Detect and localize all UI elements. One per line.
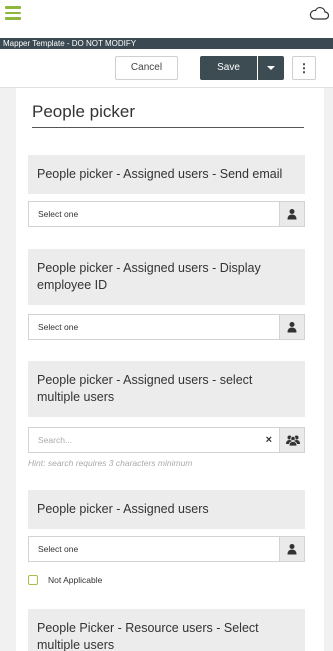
search-placeholder: Search... [38, 435, 73, 445]
person-lookup-button[interactable] [279, 315, 304, 339]
field-label: People Picker - Resource users - Select … [28, 609, 305, 651]
people-icon [286, 435, 300, 446]
person-icon [287, 209, 297, 220]
select-value: Select one [38, 209, 79, 219]
cancel-button[interactable]: Cancel [115, 56, 178, 80]
field-label: People picker - Assigned users [28, 490, 305, 529]
person-icon [287, 322, 297, 333]
not-applicable-checkbox[interactable] [28, 575, 38, 585]
select-value: Select one [38, 322, 79, 332]
field-label: People picker - Assigned users - select … [28, 361, 305, 417]
section-title: People picker [32, 102, 304, 128]
form-card: People picker People picker - Assigned u… [16, 88, 324, 651]
hamburger-icon[interactable] [5, 6, 21, 20]
people-search-input[interactable]: Search... × [28, 427, 305, 453]
top-bar [0, 0, 333, 38]
action-toolbar: Cancel Save ⋮ [0, 49, 333, 88]
select-value: Select one [38, 544, 79, 554]
person-lookup-button[interactable] [279, 537, 304, 561]
cloud-icon[interactable] [309, 5, 329, 21]
person-lookup-button[interactable] [279, 202, 304, 226]
more-options-button[interactable]: ⋮ [292, 56, 316, 80]
clear-icon[interactable]: × [266, 428, 272, 452]
not-applicable-label[interactable]: Not Applicable [48, 574, 102, 587]
people-picker-select[interactable]: Select one [28, 201, 305, 227]
field-label: People picker - Assigned users - Display… [28, 249, 305, 305]
save-options-dropdown[interactable] [258, 56, 284, 80]
people-picker-select[interactable]: Select one [28, 536, 305, 562]
people-lookup-button[interactable] [279, 428, 304, 452]
people-picker-select[interactable]: Select one [28, 314, 305, 340]
field-label: People picker - Assigned users - Send em… [28, 155, 305, 194]
save-button[interactable]: Save [200, 56, 257, 80]
template-name-bar: Mapper Template - DO NOT MODIFY [0, 38, 333, 49]
person-icon [287, 544, 297, 555]
search-hint: Hint: search requires 3 characters minim… [28, 458, 193, 468]
